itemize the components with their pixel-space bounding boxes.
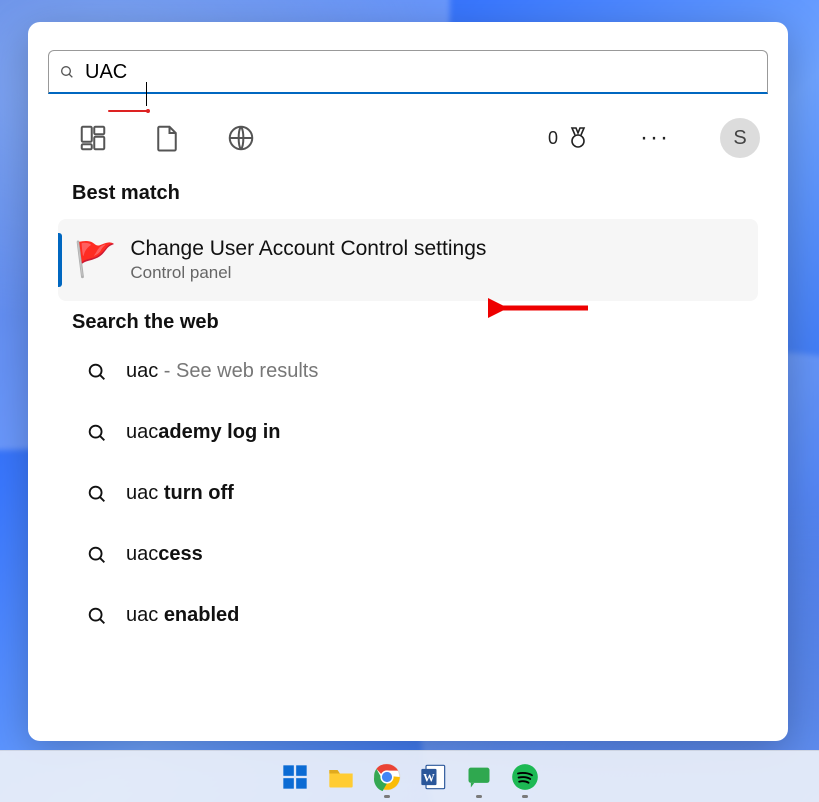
web-result-text: uac enabled xyxy=(126,604,239,627)
search-icon xyxy=(86,483,108,505)
web-result-1[interactable]: uacademy log in xyxy=(28,409,788,456)
spotify-icon[interactable] xyxy=(510,762,540,792)
rewards-icon xyxy=(566,126,590,150)
search-box[interactable] xyxy=(48,50,768,94)
search-icon xyxy=(86,544,108,566)
documents-filter-icon[interactable] xyxy=(152,123,182,153)
search-icon xyxy=(86,422,108,444)
selection-accent xyxy=(58,233,62,287)
best-match-heading: Best match xyxy=(28,164,788,219)
search-icon xyxy=(59,64,75,80)
rewards-indicator[interactable]: 0 xyxy=(548,126,590,150)
web-result-4[interactable]: uac enabled xyxy=(28,592,788,639)
web-result-text: uaccess xyxy=(126,543,203,566)
web-results-list: uac - See web results uacademy log in uac … xyxy=(28,348,788,653)
best-match-title: Change User Account Control settings xyxy=(130,237,486,261)
web-result-0[interactable]: uac - See web results xyxy=(28,348,788,395)
search-web-heading: Search the web xyxy=(28,301,788,348)
best-match-subtitle: Control panel xyxy=(130,263,486,283)
text-caret xyxy=(146,82,147,106)
web-result-text: uac turn off xyxy=(126,482,234,505)
search-input[interactable] xyxy=(85,59,757,84)
web-filter-icon[interactable] xyxy=(226,123,256,153)
word-icon[interactable]: W xyxy=(418,762,448,792)
svg-text:W: W xyxy=(423,771,435,784)
more-options-button[interactable]: ··· xyxy=(634,124,676,152)
chrome-icon[interactable] xyxy=(372,762,402,792)
user-avatar[interactable]: S xyxy=(720,118,760,158)
taskbar: W xyxy=(0,750,819,802)
start-button[interactable] xyxy=(280,762,310,792)
search-filter-toolbar: 0 ··· S xyxy=(28,94,788,164)
uac-flag-icon: 🚩 xyxy=(74,243,116,277)
spellcheck-underline xyxy=(108,110,148,112)
web-result-3[interactable]: uaccess xyxy=(28,531,788,578)
web-result-text: uac - See web results xyxy=(126,360,318,383)
file-explorer-icon[interactable] xyxy=(326,762,356,792)
best-match-result[interactable]: 🚩 Change User Account Control settings C… xyxy=(58,219,758,301)
apps-filter-icon[interactable] xyxy=(78,123,108,153)
search-icon xyxy=(86,605,108,627)
start-search-panel: 0 ··· S Best match 🚩 Change User Account… xyxy=(28,22,788,741)
search-icon xyxy=(86,361,108,383)
chat-icon[interactable] xyxy=(464,762,494,792)
rewards-count: 0 xyxy=(548,128,558,149)
web-result-text: uacademy log in xyxy=(126,421,281,444)
web-result-2[interactable]: uac turn off xyxy=(28,470,788,517)
